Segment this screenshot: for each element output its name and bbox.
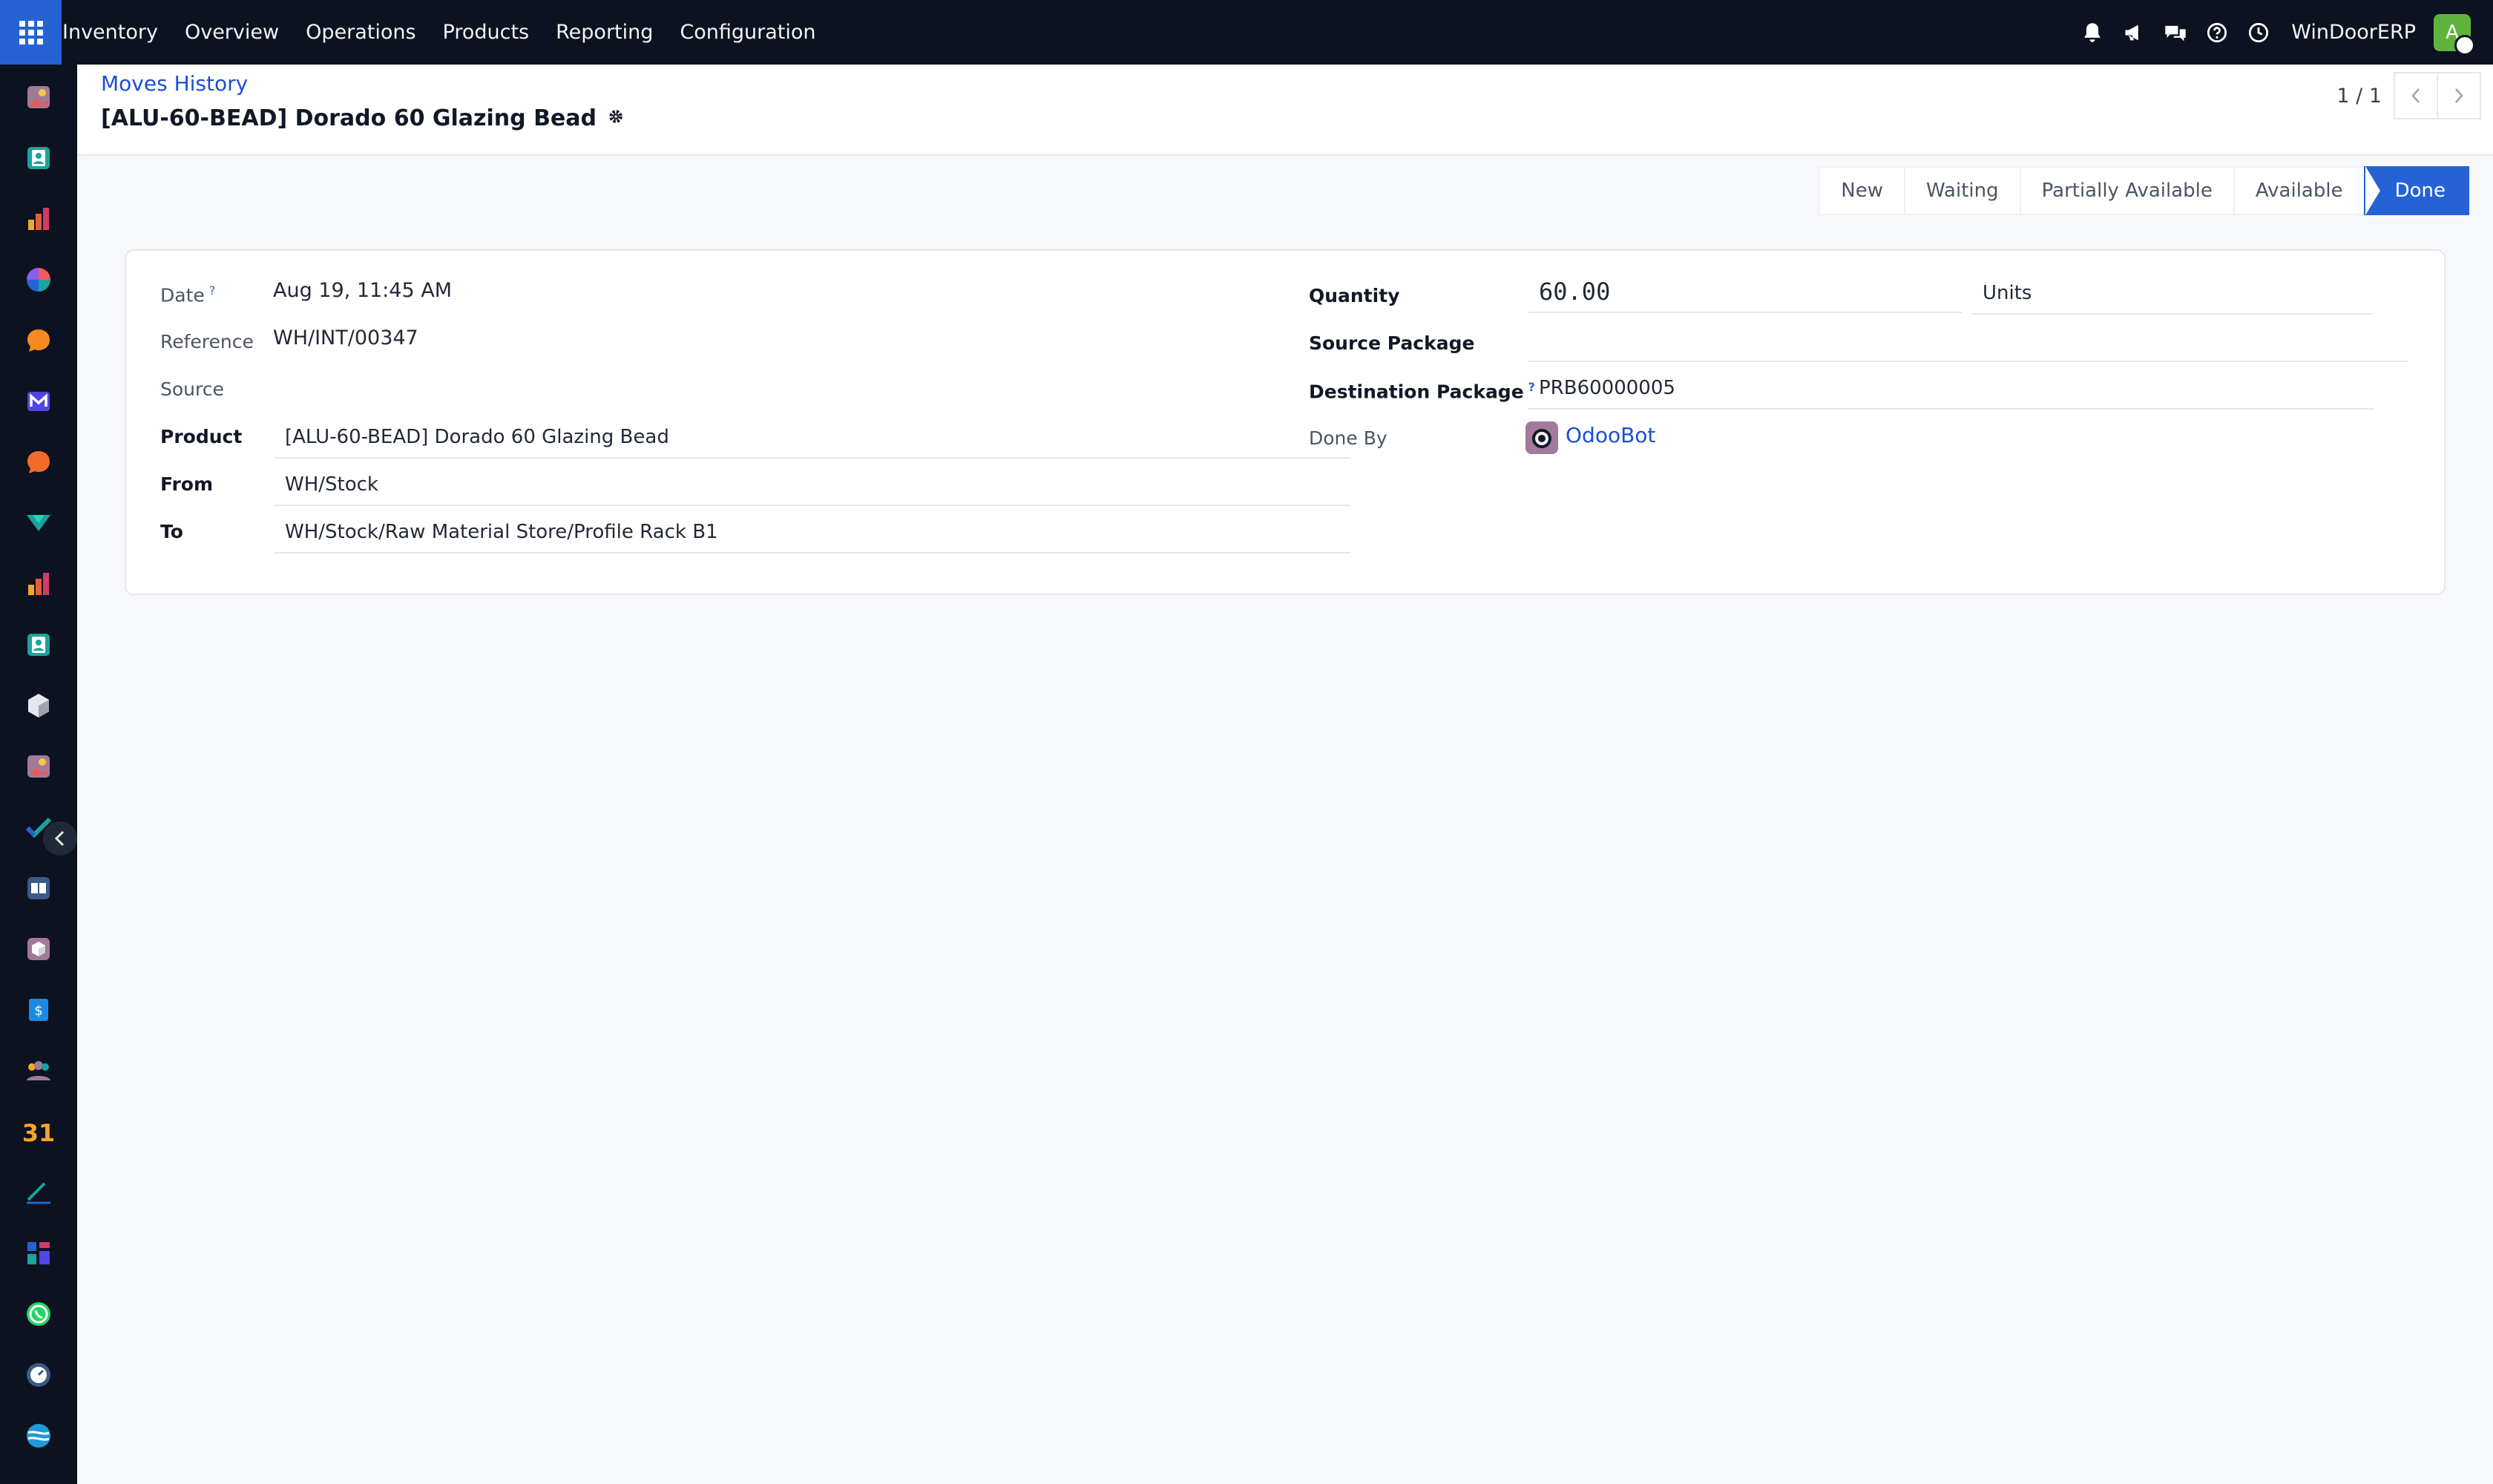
- record-title-text: [ALU-60-BEAD] Dorado 60 Glazing Bead: [101, 105, 597, 131]
- reporting-icon[interactable]: [24, 569, 53, 599]
- reference-value: WH/INT/00347: [273, 326, 418, 349]
- systray: WinDoorERP A: [2067, 0, 2493, 65]
- inventory-icon[interactable]: [24, 691, 53, 720]
- breadcrumb[interactable]: Moves History: [101, 71, 248, 96]
- pager-previous-button[interactable]: [2394, 72, 2438, 119]
- sign-icon[interactable]: [24, 1178, 53, 1207]
- chat-bubbles-icon[interactable]: [2159, 0, 2192, 65]
- menu-reporting[interactable]: Reporting: [542, 21, 666, 44]
- odoobot-avatar: [1525, 421, 1558, 454]
- menu-operations[interactable]: Operations: [292, 21, 429, 44]
- status-new[interactable]: New: [1819, 166, 1905, 215]
- menu-configuration[interactable]: Configuration: [666, 21, 829, 44]
- chevron-right-icon: [2455, 88, 2463, 103]
- dashboard-icon[interactable]: [24, 204, 53, 234]
- done-by-label: Done By: [1309, 427, 1387, 449]
- source-package-label: Source Package: [1309, 332, 1475, 354]
- pie-icon[interactable]: [24, 265, 53, 295]
- inventory-3d-icon[interactable]: [24, 934, 53, 964]
- app-sidebar: $ 31: [0, 65, 77, 1484]
- pager-next-button[interactable]: [2438, 72, 2481, 119]
- presence-dot: [2454, 34, 2475, 56]
- help-icon[interactable]: [2201, 0, 2233, 65]
- photo-app-2-icon[interactable]: [24, 752, 53, 781]
- menu-overview[interactable]: Overview: [171, 21, 292, 44]
- to-label: To: [160, 521, 183, 542]
- chevron-left-icon: [2411, 88, 2420, 103]
- source-label: Source: [160, 378, 224, 400]
- menu-products[interactable]: Products: [430, 21, 543, 44]
- page-title: [ALU-60-BEAD] Dorado 60 Glazing Bead: [101, 105, 625, 131]
- main-menu: Inventory Overview Operations Products R…: [62, 0, 830, 65]
- status-partially-available[interactable]: Partially Available: [2019, 166, 2233, 215]
- product-field[interactable]: [ALU-60-BEAD] Dorado 60 Glazing Bead: [275, 417, 1350, 459]
- apps-dashboard-icon[interactable]: [24, 1238, 53, 1268]
- destination-package-label: Destination Package?: [1309, 380, 1535, 403]
- email-marketing-icon[interactable]: [24, 387, 53, 416]
- reference-label: Reference: [160, 331, 254, 352]
- discuss-icon[interactable]: [24, 447, 53, 477]
- control-panel: Moves History [ALU-60-BEAD] Dorado 60 Gl…: [77, 65, 2493, 156]
- status-bar: New Waiting Partially Available Availabl…: [1819, 166, 2469, 215]
- form-sheet: Date? Aug 19, 11:45 AM Reference WH/INT/…: [125, 249, 2446, 595]
- calendar-icon[interactable]: 31: [24, 1117, 53, 1146]
- svg-text:31: 31: [24, 1119, 53, 1144]
- destination-package-field[interactable]: PRB60000005: [1528, 368, 2374, 410]
- status-available[interactable]: Available: [2233, 166, 2364, 215]
- svg-text:$: $: [34, 1003, 42, 1019]
- app-grid-icon: [19, 20, 43, 45]
- quantity-field[interactable]: 60.00: [1528, 272, 1962, 313]
- app-menu-button[interactable]: [0, 0, 62, 65]
- quantity-label: Quantity: [1309, 285, 1400, 306]
- employees-icon[interactable]: [24, 1056, 53, 1086]
- help-tooltip-icon[interactable]: ?: [209, 283, 216, 298]
- contacts-icon[interactable]: [24, 143, 53, 173]
- uom-field[interactable]: Units: [1972, 273, 2373, 315]
- timer-icon[interactable]: [24, 1360, 53, 1390]
- source-package-field[interactable]: [1528, 321, 2408, 362]
- status-waiting[interactable]: Waiting: [1904, 166, 2020, 215]
- bell-icon[interactable]: [2076, 0, 2109, 65]
- project-icon[interactable]: [24, 508, 53, 538]
- product-label: Product: [160, 426, 243, 447]
- top-navbar: Inventory Overview Operations Products R…: [0, 0, 2493, 65]
- menu-inventory[interactable]: Inventory: [62, 21, 171, 44]
- from-location-field[interactable]: WH/Stock: [275, 464, 1350, 506]
- whatsapp-icon[interactable]: [24, 1299, 53, 1329]
- pager-value[interactable]: 1 / 1: [2336, 85, 2382, 108]
- from-label: From: [160, 473, 214, 495]
- website-icon[interactable]: [24, 1421, 53, 1451]
- clock-icon[interactable]: [2242, 0, 2275, 65]
- photo-app-icon[interactable]: [24, 82, 53, 112]
- knowledge-icon[interactable]: [24, 873, 53, 903]
- status-done[interactable]: Done: [2363, 166, 2469, 215]
- date-value: Aug 19, 11:45 AM: [273, 279, 452, 302]
- to-location-field[interactable]: WH/Stock/Raw Material Store/Profile Rack…: [275, 512, 1350, 554]
- company-name[interactable]: WinDoorERP: [2291, 21, 2416, 44]
- chevron-left-icon: [54, 830, 65, 847]
- contacts-2-icon[interactable]: [24, 630, 53, 660]
- megaphone-icon[interactable]: [2118, 0, 2150, 65]
- record-pager: 1 / 1: [2336, 72, 2481, 119]
- sidebar-collapse-button[interactable]: [43, 821, 77, 856]
- done-by-user-link[interactable]: OdooBot: [1566, 423, 1655, 447]
- gear-icon[interactable]: [607, 105, 625, 131]
- user-avatar[interactable]: A: [2434, 13, 2475, 56]
- chat-icon[interactable]: [24, 326, 53, 355]
- invoicing-icon[interactable]: $: [24, 995, 53, 1025]
- date-label: Date?: [160, 283, 216, 306]
